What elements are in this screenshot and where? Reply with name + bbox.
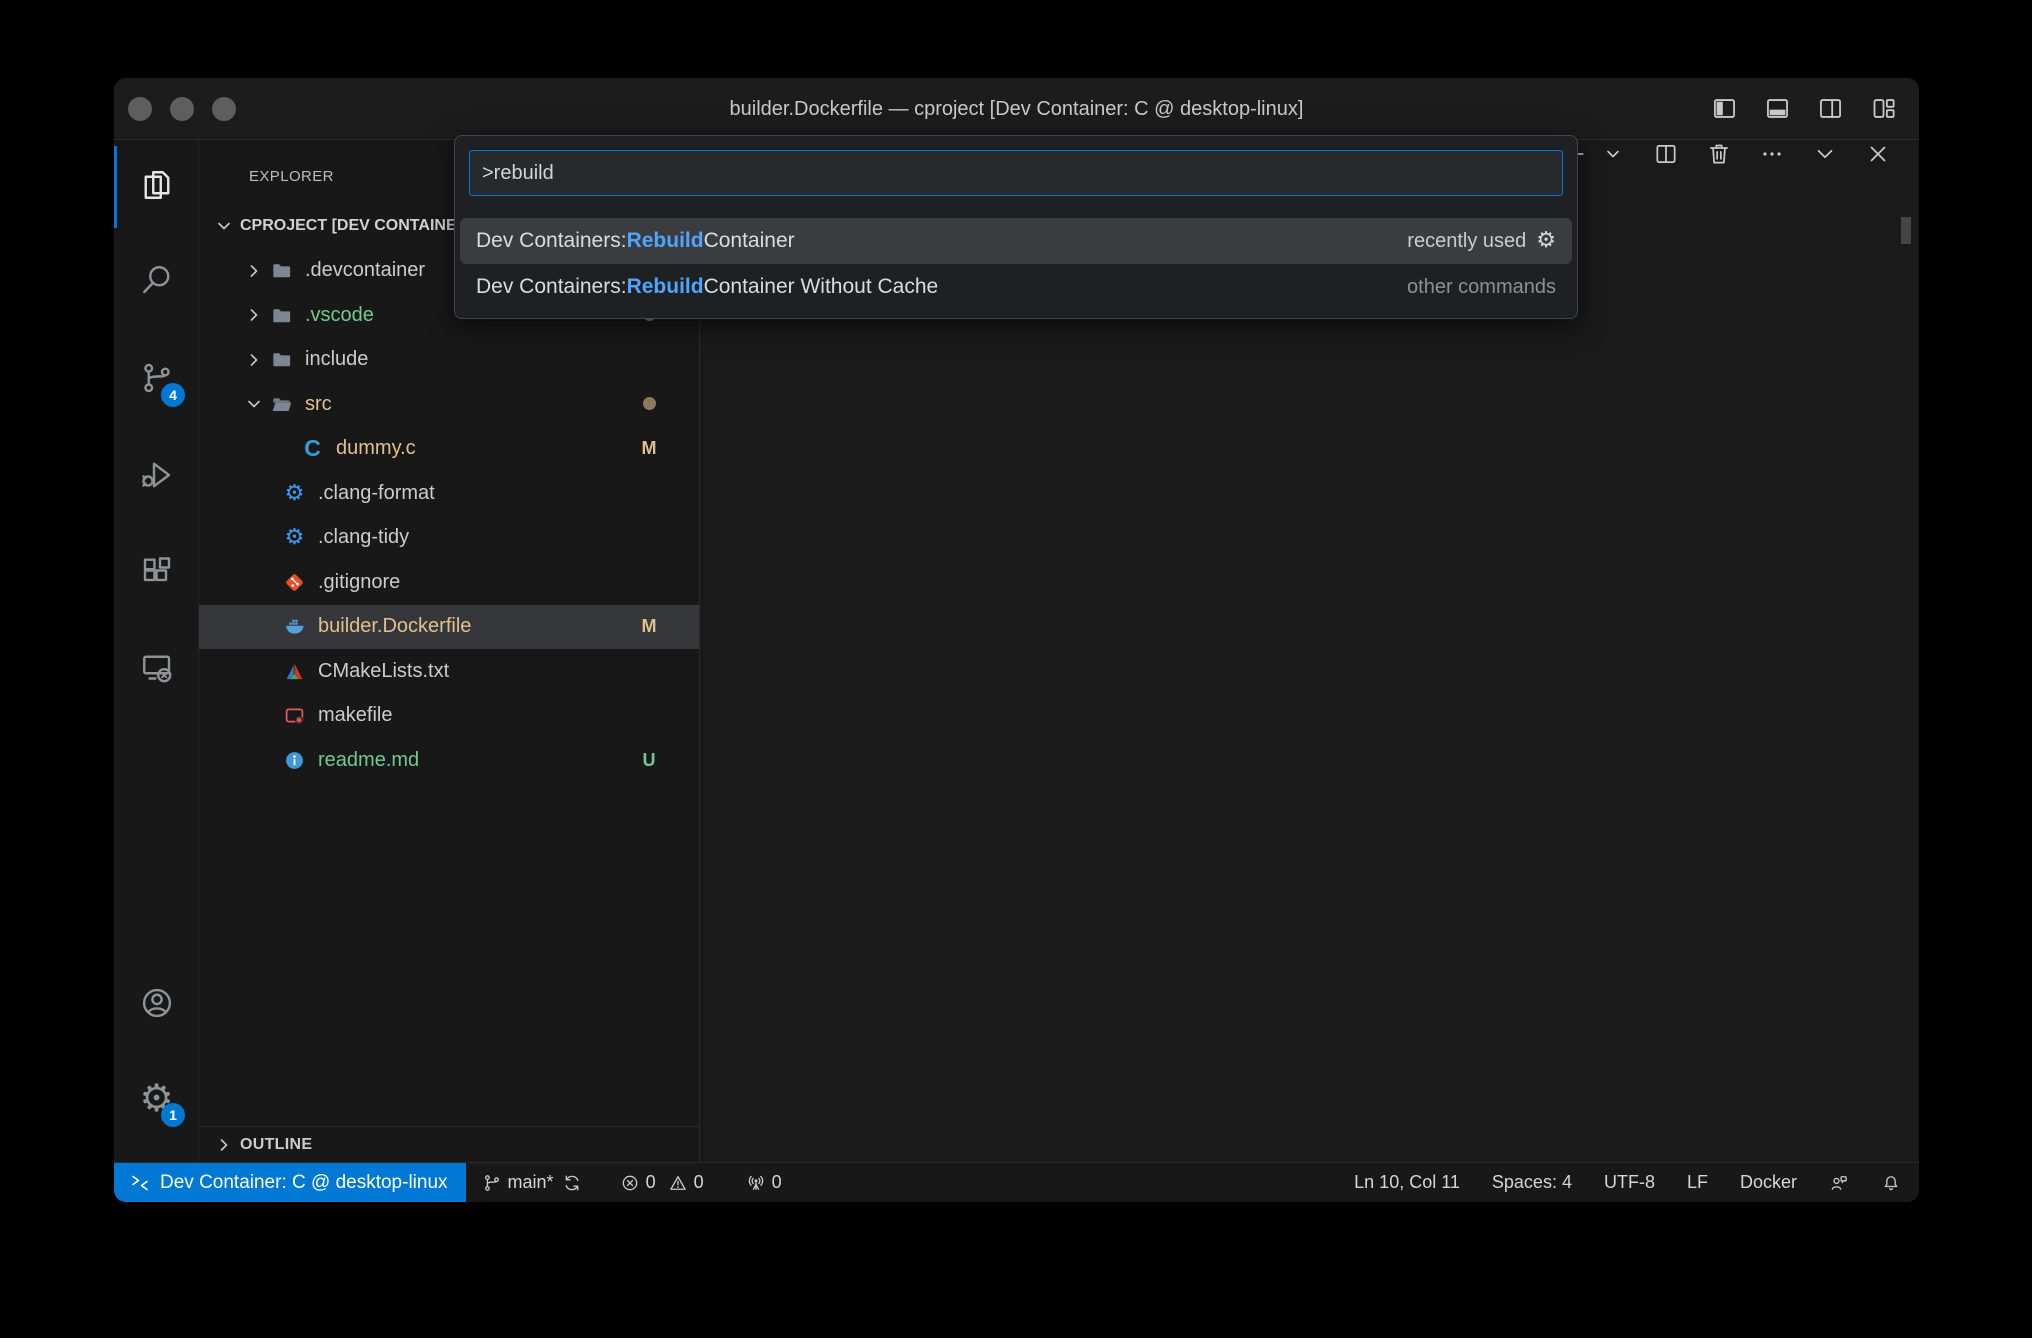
- makefile-icon: [283, 704, 306, 727]
- tree-item-include[interactable]: include: [199, 338, 699, 383]
- command-item-rebuild-without-cache[interactable]: Dev Containers: Rebuild Container Withou…: [460, 264, 1572, 310]
- group-label-other-commands: other commands: [1407, 276, 1556, 299]
- remote-icon: [130, 1173, 150, 1193]
- command-item-rebuild-container[interactable]: Dev Containers: Rebuild Container recent…: [460, 218, 1572, 264]
- tree-item-cmakelists[interactable]: CMakeLists.txt: [199, 649, 699, 694]
- tree-item-dummy-c[interactable]: C dummy.c M: [199, 427, 699, 472]
- language-mode-status[interactable]: Docker: [1740, 1172, 1797, 1193]
- git-status-badge: M: [635, 438, 663, 459]
- tree-item-clang-format[interactable]: ⚙ .clang-format: [199, 471, 699, 516]
- docker-file-icon: [283, 615, 306, 638]
- folder-open-icon: [270, 393, 293, 416]
- chevron-right-icon: [245, 262, 263, 280]
- source-control-badge: 4: [161, 383, 185, 407]
- indentation-status[interactable]: Spaces: 4: [1492, 1172, 1572, 1193]
- encoding-status[interactable]: UTF-8: [1604, 1172, 1655, 1193]
- remote-indicator[interactable]: Dev Container: C @ desktop-linux: [114, 1163, 466, 1202]
- active-indicator: [114, 146, 117, 228]
- chevron-right-icon: [215, 1136, 233, 1154]
- sync-changes-button[interactable]: [562, 1173, 582, 1193]
- git-status-badge: M: [635, 616, 663, 637]
- status-bar: Dev Container: C @ desktop-linux main* 0…: [114, 1162, 1919, 1202]
- tree-item-readme[interactable]: readme.md U: [199, 738, 699, 783]
- tree-item-makefile[interactable]: makefile: [199, 694, 699, 739]
- info-file-icon: [283, 749, 306, 772]
- feedback-icon: [1829, 1173, 1849, 1193]
- kill-terminal-button[interactable]: [1706, 141, 1732, 167]
- source-control-activity-button[interactable]: 4: [114, 335, 199, 421]
- errors-icon: [620, 1173, 640, 1193]
- settings-button[interactable]: ⚙ 1: [114, 1055, 199, 1141]
- panel-toolbar: [1561, 141, 1891, 167]
- tree-item-gitignore[interactable]: .gitignore: [199, 560, 699, 605]
- c-file-icon: C: [301, 437, 324, 460]
- toggle-secondary-sidebar-button[interactable]: [1817, 95, 1844, 122]
- git-file-icon: [283, 571, 306, 594]
- activity-bar: 4 ⚙ 1: [114, 140, 199, 1162]
- toggle-panel-button[interactable]: [1764, 95, 1791, 122]
- gear-file-icon: ⚙: [283, 482, 306, 505]
- command-palette: Dev Containers: Rebuild Container recent…: [454, 135, 1578, 319]
- group-label-recently-used: recently used: [1407, 230, 1526, 253]
- command-palette-input[interactable]: [469, 150, 1563, 196]
- run-debug-activity-button[interactable]: [114, 432, 199, 518]
- chevron-down-icon: [245, 395, 263, 413]
- remote-explorer-icon: [139, 650, 175, 686]
- problems-status[interactable]: 0 0: [620, 1172, 704, 1193]
- search-activity-button[interactable]: [114, 237, 199, 323]
- notifications-button[interactable]: [1881, 1173, 1901, 1193]
- explorer-activity-button[interactable]: [114, 142, 199, 228]
- branch-icon: [482, 1173, 502, 1193]
- toggle-primary-sidebar-button[interactable]: [1711, 95, 1738, 122]
- search-icon: [139, 262, 175, 298]
- chevron-right-icon: [245, 306, 263, 324]
- titlebar: builder.Dockerfile — cproject [Dev Conta…: [114, 78, 1919, 140]
- account-icon: [139, 985, 175, 1021]
- sync-icon: [562, 1173, 582, 1193]
- bell-icon: [1881, 1173, 1901, 1193]
- settings-badge: 1: [161, 1103, 185, 1127]
- terminal-dropdown-button[interactable]: [1600, 141, 1626, 167]
- tree-item-src[interactable]: src: [199, 382, 699, 427]
- radio-tower-icon: [746, 1173, 766, 1193]
- minimize-panel-button[interactable]: [1812, 141, 1838, 167]
- feedback-button[interactable]: [1829, 1173, 1849, 1193]
- warnings-icon: [668, 1173, 688, 1193]
- window-title: builder.Dockerfile — cproject [Dev Conta…: [114, 78, 1919, 140]
- close-panel-button[interactable]: [1865, 141, 1891, 167]
- extensions-activity-button[interactable]: [114, 529, 199, 615]
- command-palette-list: Dev Containers: Rebuild Container recent…: [455, 218, 1577, 310]
- extensions-icon: [139, 554, 175, 590]
- git-branch-status[interactable]: main*: [482, 1172, 554, 1193]
- explorer-title: EXPLORER: [249, 168, 334, 185]
- forwarded-ports-status[interactable]: 0: [746, 1172, 782, 1193]
- folder-icon: [270, 348, 293, 371]
- configure-keybinding-gear-icon[interactable]: ⚙: [1536, 230, 1556, 252]
- files-icon: [139, 167, 175, 203]
- chevron-right-icon: [245, 351, 263, 369]
- split-terminal-button[interactable]: [1653, 141, 1679, 167]
- git-status-badge: U: [635, 750, 663, 771]
- tree-item-clang-tidy[interactable]: ⚙ .clang-tidy: [199, 516, 699, 561]
- customize-layout-button[interactable]: [1870, 95, 1897, 122]
- run-debug-icon: [139, 457, 175, 493]
- eol-status[interactable]: LF: [1687, 1172, 1708, 1193]
- tree-item-builder-dockerfile[interactable]: builder.Dockerfile M: [199, 605, 699, 650]
- folder-changes-dot: [635, 393, 663, 416]
- cmake-file-icon: [283, 660, 306, 683]
- folder-icon: [270, 304, 293, 327]
- gear-file-icon: ⚙: [283, 526, 306, 549]
- remote-explorer-activity-button[interactable]: [114, 625, 199, 711]
- cursor-position-status[interactable]: Ln 10, Col 11: [1354, 1172, 1460, 1193]
- folder-icon: [270, 259, 293, 282]
- vscode-window: builder.Dockerfile — cproject [Dev Conta…: [114, 78, 1919, 1202]
- chevron-down-icon: [215, 217, 233, 235]
- account-button[interactable]: [114, 960, 199, 1046]
- more-actions-button[interactable]: [1759, 141, 1785, 167]
- outline-section-header[interactable]: OUTLINE: [199, 1126, 699, 1162]
- scrollbar-thumb[interactable]: [1901, 217, 1911, 244]
